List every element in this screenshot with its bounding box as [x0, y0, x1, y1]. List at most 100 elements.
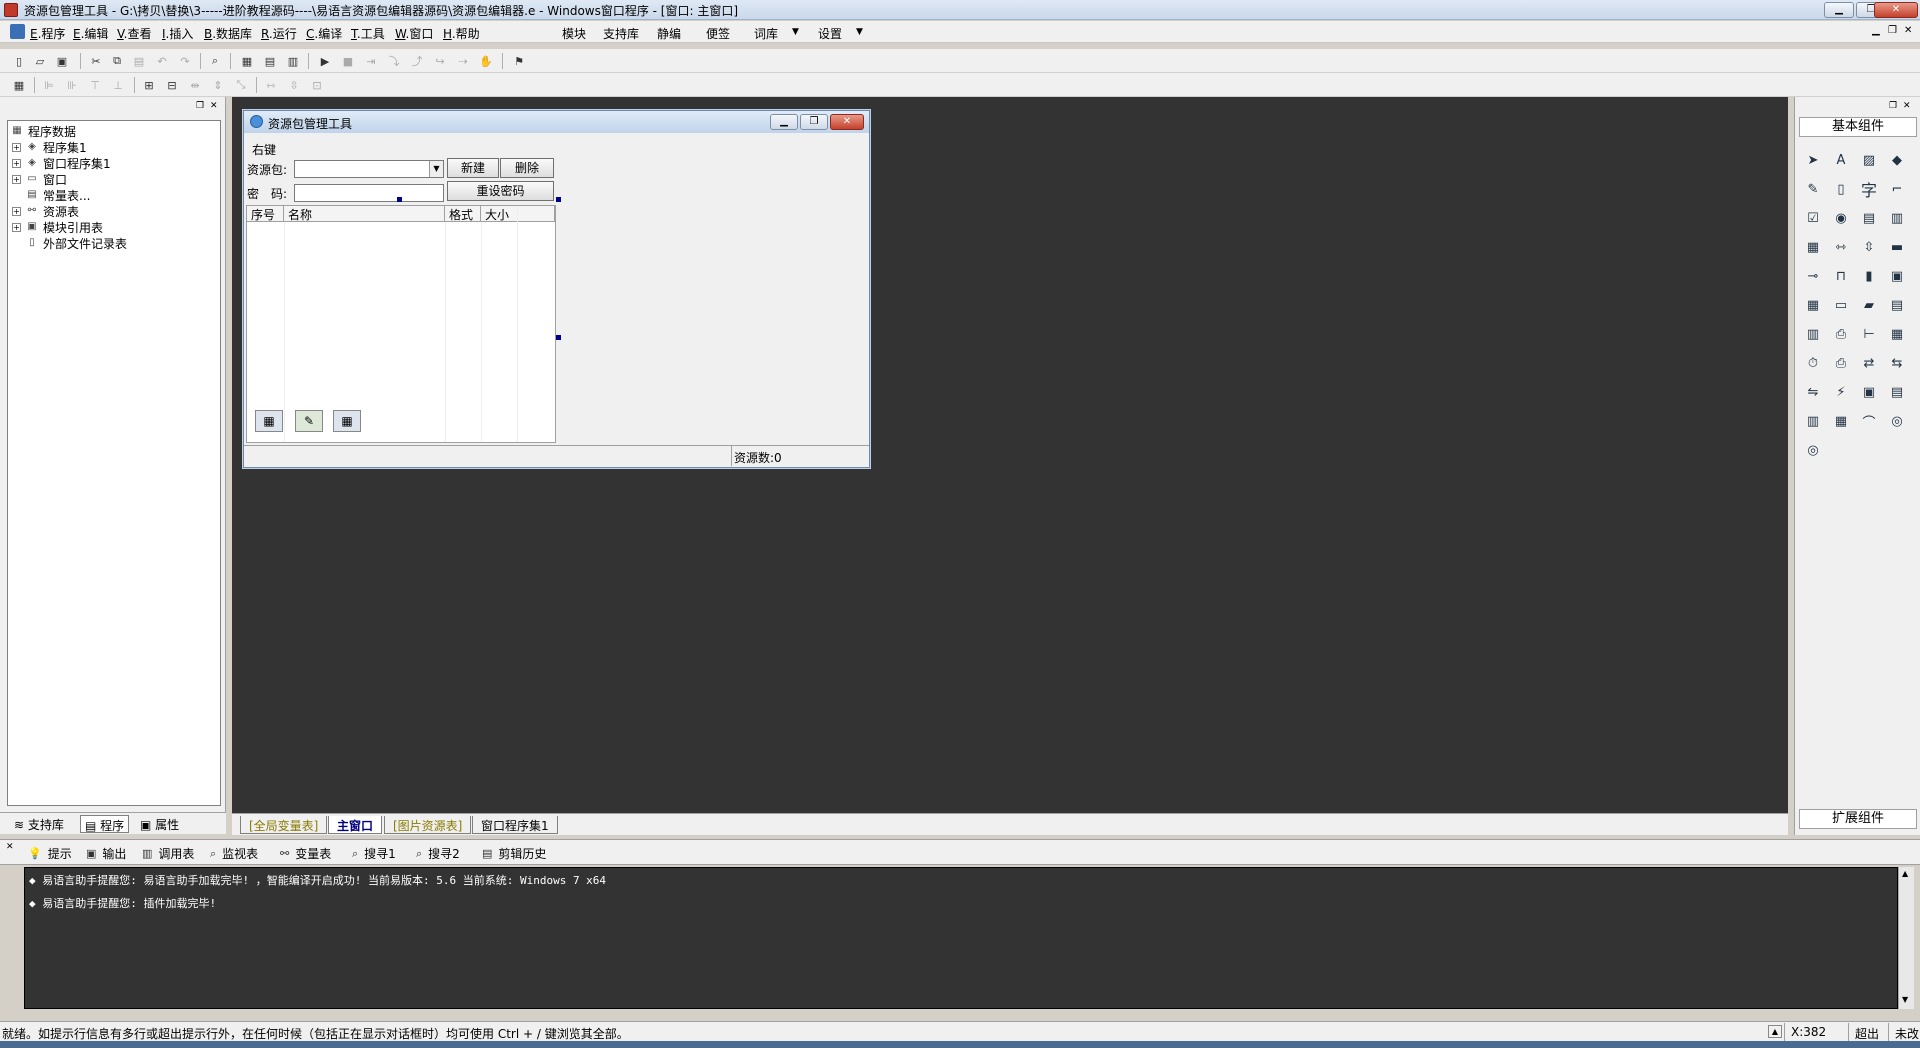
odbc-2-icon[interactable]: ◎ — [1801, 438, 1825, 462]
tab-main-window[interactable]: 主窗口 — [328, 816, 383, 834]
selection-handle[interactable] — [397, 197, 402, 202]
grid-icon[interactable]: ▦ — [10, 76, 28, 94]
designed-form[interactable]: 资源包管理工具 ▁ ❐ ✕ 右键 资源包: ▼ 新建 删除 密 码: 重设密码 … — [243, 110, 870, 468]
db-provider-icon[interactable]: ▦ — [1829, 409, 1853, 433]
printer-2-icon[interactable]: ⎙ — [1829, 351, 1853, 375]
socket-icon[interactable]: ⚡ — [1829, 380, 1853, 404]
tree-item-program-data[interactable]: ▦ 程序数据 — [10, 123, 76, 139]
menu-program[interactable]: E.程序 — [30, 25, 65, 42]
progress-icon[interactable]: ▬ — [1885, 235, 1909, 259]
run-icon[interactable]: ▶ — [316, 52, 334, 70]
redo-icon[interactable]: ↷ — [176, 52, 194, 70]
richedit-icon[interactable]: ▣ — [1885, 264, 1909, 288]
menu-static-compile[interactable]: 静编 — [657, 25, 681, 42]
form-maximize-button[interactable]: ❐ — [800, 114, 828, 130]
plugin-icon[interactable]: ⚑ — [510, 52, 528, 70]
expand-icon[interactable]: + — [12, 142, 21, 152]
step-over-icon[interactable]: ↪ — [431, 52, 449, 70]
printer-icon[interactable]: ⎙ — [1829, 322, 1853, 346]
radio-icon[interactable]: ◉ — [1829, 206, 1853, 230]
tab-image-resources[interactable]: [图片资源表] — [384, 816, 472, 834]
step-into-icon[interactable]: ⤵ — [385, 52, 403, 70]
data-source-icon[interactable]: ⇄ — [1857, 351, 1881, 375]
layout-2-icon[interactable]: ▤ — [261, 52, 279, 70]
cut-icon[interactable]: ✂ — [87, 52, 105, 70]
expand-icon[interactable]: + — [12, 206, 21, 216]
menu-edit[interactable]: E.编辑 — [73, 25, 108, 42]
calendar-icon[interactable]: ▦ — [1801, 293, 1825, 317]
pointer-icon[interactable]: ➤ — [1801, 148, 1825, 172]
center-vertical-icon[interactable]: ⊟ — [163, 76, 181, 94]
tab-hints[interactable]: 💡 提示 — [28, 845, 72, 862]
expand-icon[interactable]: + — [12, 174, 21, 184]
space-vertical-icon[interactable]: ⇳ — [285, 76, 303, 94]
menu-database[interactable]: B.数据库 — [204, 25, 252, 42]
edit-box-icon[interactable]: ✎ — [1801, 177, 1825, 201]
paste-icon[interactable]: ▤ — [130, 52, 148, 70]
menu-run[interactable]: R.运行 — [261, 25, 297, 42]
column-format[interactable]: 格式 — [445, 206, 481, 222]
tree-item-constants[interactable]: ▤ 常量表... — [25, 187, 90, 203]
space-horizontal-icon[interactable]: ⇿ — [262, 76, 280, 94]
db-icon[interactable]: ▥ — [1801, 409, 1825, 433]
timer-icon[interactable]: ⏱ — [1801, 351, 1825, 375]
menu-insert[interactable]: I.插入 — [162, 25, 193, 42]
tab-search-1[interactable]: ⌕ 搜寻1 — [352, 845, 396, 862]
scroll-down-icon[interactable]: ▼ — [1902, 995, 1908, 1004]
tree-item-external-files[interactable]: ▯ 外部文件记录表 — [25, 235, 127, 251]
form-menu-right-click[interactable]: 右键 — [252, 141, 276, 158]
network-icon[interactable]: ⇋ — [1801, 380, 1825, 404]
tab-variables[interactable]: ⚯ 变量表 — [280, 845, 331, 862]
output-close-icon[interactable]: ✕ — [6, 842, 14, 852]
folder-box-icon[interactable]: ▰ — [1857, 293, 1881, 317]
picture-box-icon[interactable]: ▨ — [1857, 148, 1881, 172]
panel-restore-icon[interactable]: ❐ — [1889, 101, 1897, 111]
output-scrollbar[interactable]: ▲ ▼ — [1898, 867, 1914, 1009]
align-bottom-icon[interactable]: ⊥ — [109, 76, 127, 94]
menu-window[interactable]: W.窗口 — [395, 25, 433, 42]
selection-handle[interactable] — [556, 197, 561, 202]
copy-icon[interactable]: ⧉ — [108, 52, 126, 70]
reset-password-button[interactable]: 重设密码 — [447, 181, 554, 201]
same-size-icon[interactable]: ⤡ — [232, 76, 250, 94]
tab-window-assembly[interactable]: 窗口程序集1 — [472, 816, 558, 834]
basic-components-header[interactable]: 基本组件 — [1799, 117, 1917, 137]
form-close-button[interactable]: ✕ — [830, 114, 864, 130]
line-component-icon[interactable]: ⌐ — [1885, 177, 1909, 201]
mdi-close-icon[interactable]: ✕ — [1904, 25, 1912, 36]
menu-support-lib[interactable]: 支持库 — [603, 25, 639, 42]
scrollbar-h-icon[interactable]: ⇿ — [1829, 235, 1853, 259]
label-component-icon[interactable]: A — [1829, 148, 1853, 172]
step-out-icon[interactable]: ⤴ — [408, 52, 426, 70]
odbc-icon[interactable]: ◎ — [1885, 409, 1909, 433]
listview-icon[interactable]: ▦ — [1801, 235, 1825, 259]
combo-dropdown-icon[interactable]: ▼ — [429, 161, 443, 177]
minimize-button[interactable]: ▁ — [1824, 2, 1854, 18]
expand-icon[interactable]: + — [12, 222, 21, 232]
splitter-icon[interactable]: ⊢ — [1857, 322, 1881, 346]
layout-3-icon[interactable]: ▥ — [284, 52, 302, 70]
form-minimize-button[interactable]: ▁ — [770, 114, 798, 130]
data-provider-icon[interactable]: ⇆ — [1885, 351, 1909, 375]
settings-dropdown-icon[interactable]: ▼ — [856, 27, 863, 37]
tab-call-stack[interactable]: ▥ 调用表 — [142, 845, 194, 862]
fit-grid-icon[interactable]: ⊡ — [308, 76, 326, 94]
toolbar-component-icon[interactable]: ▮ — [1857, 264, 1881, 288]
picture-frame-icon[interactable]: ▯ — [1829, 177, 1853, 201]
chart-component-icon[interactable]: ⌒ — [1857, 409, 1881, 433]
password-input[interactable] — [294, 184, 444, 202]
align-right-icon[interactable]: ⊪ — [63, 76, 81, 94]
tab-watch[interactable]: ⌕ 监视表 — [210, 845, 258, 862]
status-bar-icon[interactable]: ▦ — [1885, 322, 1909, 346]
toolbar-image-1-icon[interactable]: ▦ — [255, 410, 283, 432]
mdi-minimize-icon[interactable]: ▁ — [1872, 25, 1880, 36]
menu-view[interactable]: V.查看 — [117, 25, 152, 42]
output-panel[interactable]: ◆ 易语言助手提醒您: 易语言助手加载完毕! ，智能编译开启成功! 当前易版本:… — [24, 867, 1898, 1009]
align-top-icon[interactable]: ⊤ — [86, 76, 104, 94]
resource-list[interactable]: 序号 名称 格式 大小 ▦ ✎ ▦ — [246, 205, 556, 443]
table-icon[interactable]: ▣ — [1857, 380, 1881, 404]
menu-settings[interactable]: 设置 — [818, 25, 842, 42]
selection-handle[interactable] — [556, 335, 561, 340]
tab-search-2[interactable]: ⌕ 搜寻2 — [416, 845, 460, 862]
tab-control-icon[interactable]: ⊓ — [1829, 264, 1853, 288]
